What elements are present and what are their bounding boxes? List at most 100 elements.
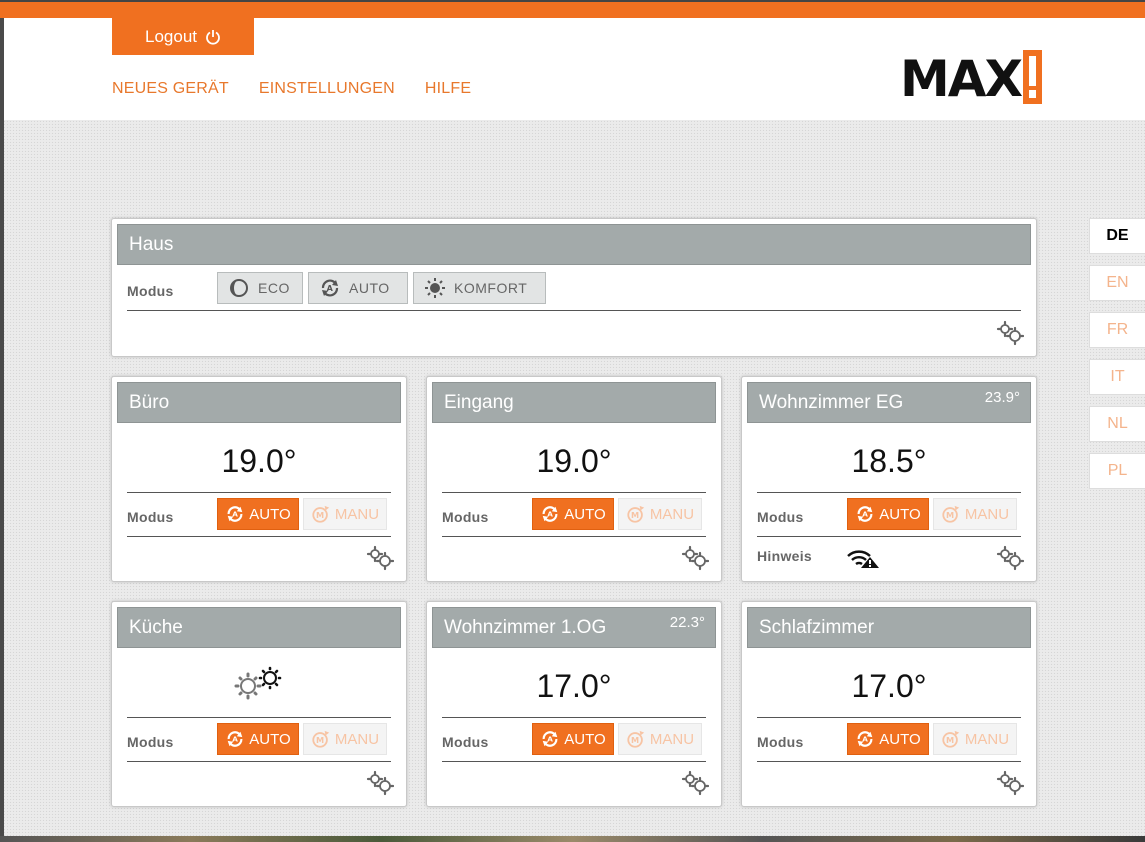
room-title: Wohnzimmer 1.OG 22.3° bbox=[432, 607, 716, 648]
svg-text:A: A bbox=[862, 510, 868, 519]
gears-icon[interactable] bbox=[996, 770, 1024, 796]
room-actual-temperature: 22.3° bbox=[669, 614, 705, 631]
svg-text:A: A bbox=[862, 735, 868, 744]
manual-icon: M bbox=[627, 730, 645, 748]
loading-gears-icon bbox=[234, 666, 282, 700]
komfort-button[interactable]: KOMFORT bbox=[413, 272, 546, 304]
divider bbox=[127, 492, 391, 493]
manual-icon: M bbox=[312, 505, 330, 523]
gears-icon[interactable] bbox=[366, 545, 394, 571]
room-title: Wohnzimmer EG 23.9° bbox=[747, 382, 1031, 423]
divider bbox=[442, 492, 706, 493]
auto-cycle-icon: A bbox=[227, 731, 243, 747]
komfort-label: KOMFORT bbox=[454, 280, 528, 296]
nav-hilfe[interactable]: HILFE bbox=[425, 80, 471, 98]
haus-panel: Haus Modus ECO A AUTO KOMFORT bbox=[111, 218, 1037, 357]
divider bbox=[127, 536, 391, 537]
room-setpoint[interactable]: 17.0° bbox=[742, 668, 1036, 705]
nav-einstellungen[interactable]: EINSTELLUNGEN bbox=[259, 80, 395, 98]
lang-en[interactable]: EN bbox=[1089, 265, 1145, 301]
moon-icon bbox=[230, 279, 248, 297]
room-setpoint[interactable]: 19.0° bbox=[427, 443, 721, 480]
room-name: Schlafzimmer bbox=[759, 617, 875, 638]
gears-icon[interactable] bbox=[681, 545, 709, 571]
lang-fr[interactable]: FR bbox=[1089, 312, 1145, 348]
manu-button[interactable]: M MANU bbox=[933, 498, 1017, 530]
auto-button[interactable]: A AUTO bbox=[217, 723, 299, 755]
auto-button[interactable]: A AUTO bbox=[532, 723, 614, 755]
auto-label: AUTO bbox=[564, 730, 606, 748]
manual-icon: M bbox=[627, 505, 645, 523]
left-edge bbox=[0, 120, 4, 842]
manu-button[interactable]: M MANU bbox=[618, 723, 702, 755]
room-title: Büro bbox=[117, 382, 401, 423]
room-setpoint[interactable]: 18.5° bbox=[742, 443, 1036, 480]
haus-auto-button[interactable]: A AUTO bbox=[308, 272, 408, 304]
svg-text:A: A bbox=[232, 735, 238, 744]
room-modus-label: Modus bbox=[442, 734, 489, 750]
manu-button[interactable]: M MANU bbox=[933, 723, 1017, 755]
auto-label: AUTO bbox=[879, 505, 921, 523]
top-accent-bar bbox=[0, 0, 1145, 18]
manual-icon: M bbox=[942, 730, 960, 748]
auto-label: AUTO bbox=[249, 505, 291, 523]
room-modus-label: Modus bbox=[127, 509, 174, 525]
logo-exclamation bbox=[1023, 50, 1043, 104]
auto-button[interactable]: A AUTO bbox=[532, 498, 614, 530]
svg-text:M: M bbox=[631, 735, 639, 745]
divider bbox=[757, 761, 1021, 762]
room-panel: Wohnzimmer 1.OG 22.3° 17.0° Modus A AUTO M MANU bbox=[426, 601, 722, 807]
auto-cycle-icon: A bbox=[227, 506, 243, 522]
eco-button[interactable]: ECO bbox=[217, 272, 303, 304]
haus-modus-label: Modus bbox=[127, 283, 174, 299]
lang-de[interactable]: DE bbox=[1089, 218, 1145, 254]
hint-label: Hinweis bbox=[757, 548, 813, 564]
lang-nl[interactable]: NL bbox=[1089, 406, 1145, 442]
room-modus-label: Modus bbox=[757, 509, 804, 525]
wifi-warning-icon[interactable] bbox=[846, 549, 880, 569]
divider bbox=[127, 717, 391, 718]
gears-icon[interactable] bbox=[366, 770, 394, 796]
svg-text:M: M bbox=[316, 735, 324, 745]
nav-neues-geraet[interactable]: NEUES GERÄT bbox=[112, 80, 229, 98]
divider bbox=[442, 717, 706, 718]
gears-icon[interactable] bbox=[996, 320, 1024, 346]
room-panel: Eingang 19.0° Modus A AUTO M MANU bbox=[426, 376, 722, 582]
auto-button[interactable]: A AUTO bbox=[847, 723, 929, 755]
room-panel: Küche Modus A AUTO M MANU bbox=[111, 601, 407, 807]
svg-text:A: A bbox=[547, 510, 553, 519]
max-logo: MAX bbox=[900, 48, 1043, 104]
auto-button[interactable]: A AUTO bbox=[847, 498, 929, 530]
manu-button[interactable]: M MANU bbox=[303, 498, 387, 530]
lang-pl[interactable]: PL bbox=[1089, 453, 1145, 489]
manu-button[interactable]: M MANU bbox=[618, 498, 702, 530]
logout-button[interactable]: Logout bbox=[112, 18, 254, 55]
next-row-edge bbox=[0, 836, 1145, 842]
manu-label: MANU bbox=[334, 730, 380, 748]
room-setpoint[interactable]: 17.0° bbox=[427, 668, 721, 705]
room-panel: Wohnzimmer EG 23.9° 18.5° Modus A AUTO M MANU Hi… bbox=[741, 376, 1037, 582]
gears-icon[interactable] bbox=[681, 770, 709, 796]
manu-label: MANU bbox=[649, 505, 695, 523]
divider bbox=[757, 536, 1021, 537]
gears-icon[interactable] bbox=[996, 545, 1024, 571]
room-name: Wohnzimmer EG bbox=[759, 392, 904, 413]
divider bbox=[442, 761, 706, 762]
auto-label: AUTO bbox=[879, 730, 921, 748]
room-panel: Büro 19.0° Modus A AUTO M MANU bbox=[111, 376, 407, 582]
manu-button[interactable]: M MANU bbox=[303, 723, 387, 755]
room-modus-label: Modus bbox=[127, 734, 174, 750]
manu-label: MANU bbox=[964, 505, 1010, 523]
auto-button[interactable]: A AUTO bbox=[217, 498, 299, 530]
lang-it[interactable]: IT bbox=[1089, 359, 1145, 395]
haus-auto-label: AUTO bbox=[349, 280, 390, 296]
power-icon bbox=[206, 29, 220, 45]
room-setpoint[interactable]: 19.0° bbox=[112, 443, 406, 480]
svg-text:A: A bbox=[547, 735, 553, 744]
auto-cycle-icon: A bbox=[321, 279, 339, 297]
divider bbox=[757, 492, 1021, 493]
auto-cycle-icon: A bbox=[857, 731, 873, 747]
room-name: Büro bbox=[129, 392, 170, 413]
haus-title: Haus bbox=[117, 224, 1031, 265]
divider bbox=[442, 536, 706, 537]
